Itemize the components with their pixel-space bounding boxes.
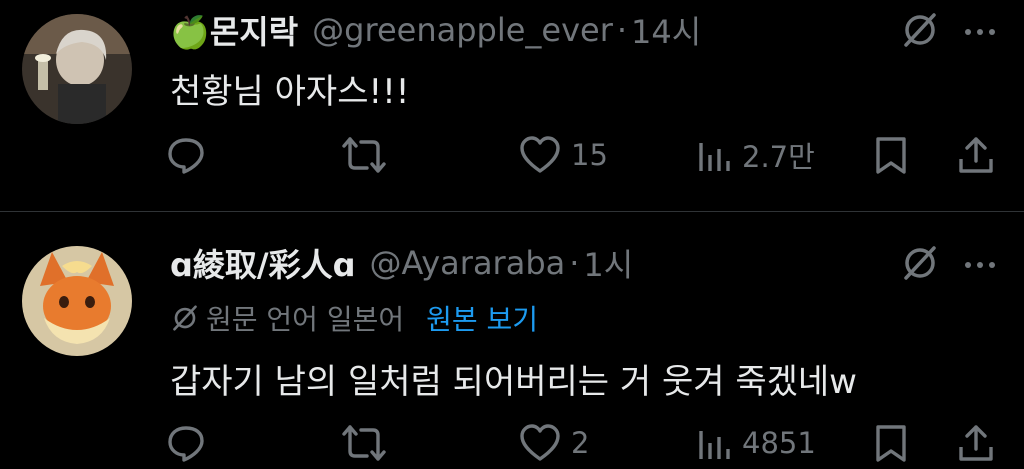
- avatar[interactable]: [22, 246, 132, 356]
- tweet-header: ɑ綾取/彩人ɑ @Ayararaba · 1시: [170, 241, 633, 285]
- retweet-button[interactable]: [341, 420, 397, 466]
- bookmark-button[interactable]: [874, 420, 908, 466]
- share-icon: [959, 425, 993, 461]
- translation-source-language: 원문 언어 일본어: [206, 303, 405, 336]
- tweet-actions: 2 4851: [0, 420, 1024, 466]
- retweet-icon: [342, 425, 386, 461]
- translate-icon: [173, 305, 197, 331]
- timestamp[interactable]: 1시: [583, 240, 633, 286]
- view-count: 4851: [742, 426, 816, 460]
- like-button[interactable]: 2: [519, 420, 589, 466]
- reply-icon: [168, 426, 204, 462]
- share-button[interactable]: [956, 420, 996, 466]
- bookmark-icon: [876, 425, 906, 462]
- reply-button[interactable]: [166, 420, 216, 466]
- heart-icon: [520, 424, 560, 461]
- tweet[interactable]: ɑ綾取/彩人ɑ @Ayararaba · 1시 원문 언어 일본어 원본 보기 …: [0, 0, 1024, 462]
- views-button[interactable]: 4851: [696, 420, 816, 466]
- display-name[interactable]: ɑ綾取/彩人ɑ: [170, 240, 356, 286]
- show-original-link[interactable]: 원본 보기: [426, 298, 538, 338]
- more-options-icon[interactable]: [962, 255, 998, 275]
- grok-icon[interactable]: [900, 243, 940, 283]
- separator-dot: ·: [569, 244, 580, 282]
- translation-bar: 원문 언어 일본어 원본 보기: [170, 298, 538, 338]
- tweet-text: 갑자기 남의 일처럼 되어버리는 거 웃겨 죽겠네w: [170, 362, 857, 402]
- views-icon: [699, 431, 730, 459]
- user-handle[interactable]: @Ayararaba: [370, 244, 566, 282]
- like-count: 2: [571, 426, 590, 460]
